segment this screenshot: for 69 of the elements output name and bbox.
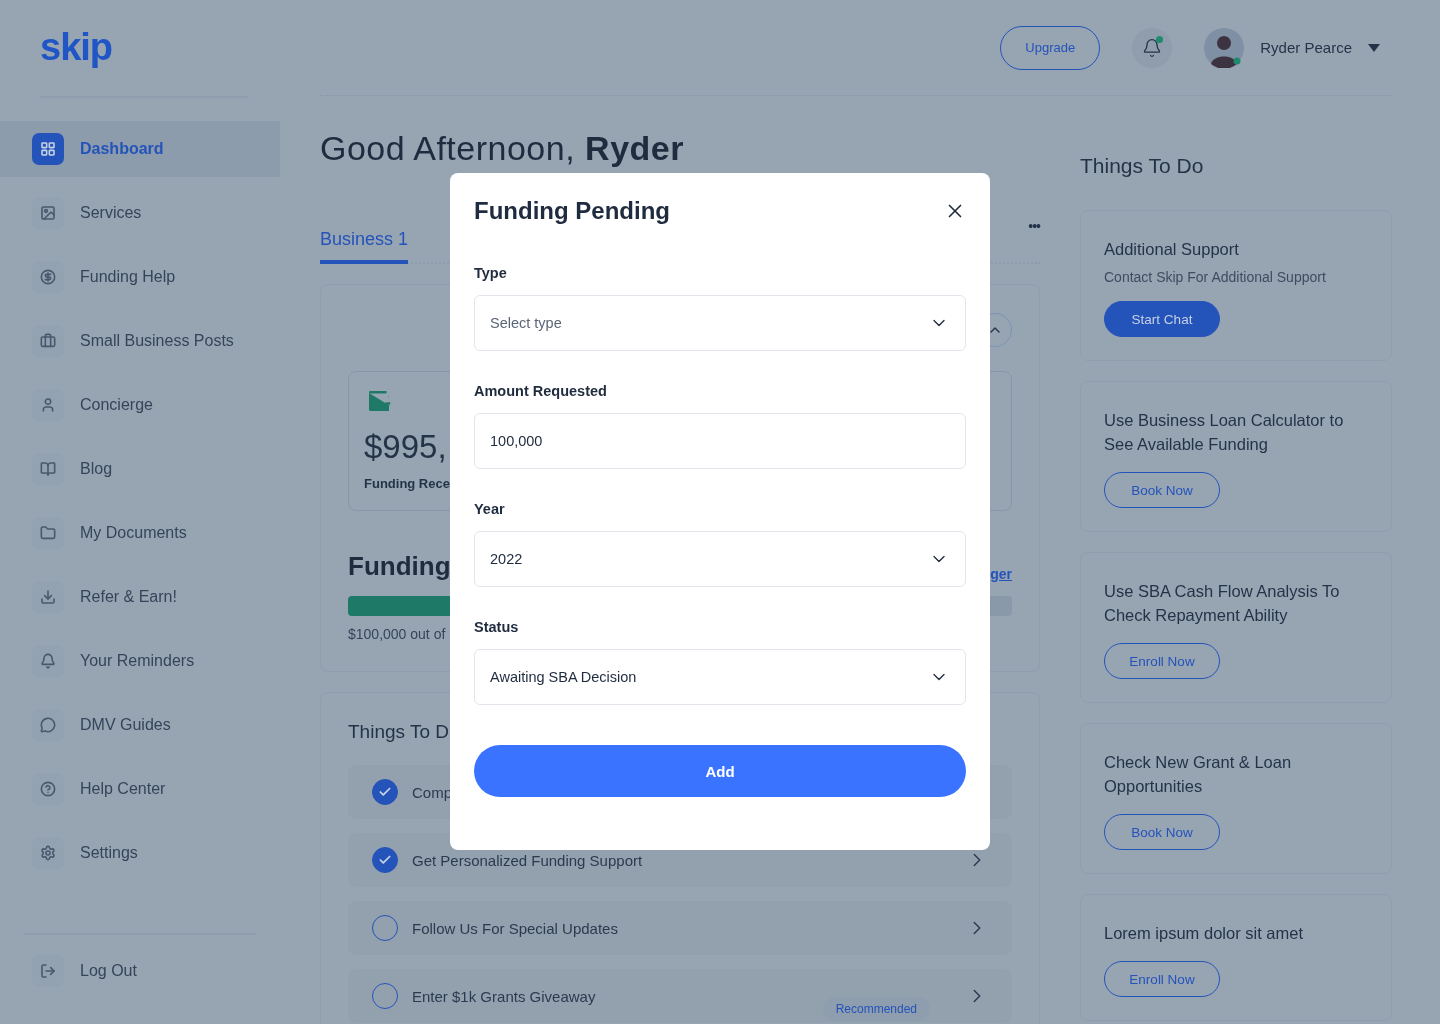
select-field[interactable]: Select type [474, 295, 966, 351]
task-title: Lorem ipsum dolor sit amet [1104, 923, 1303, 944]
field-label: Year [474, 501, 506, 517]
folder-icon [32, 517, 64, 549]
sidebar-item[interactable]: Settings [0, 825, 280, 881]
grid-icon [32, 133, 64, 165]
help-icon [32, 773, 64, 805]
checkbox[interactable] [372, 779, 398, 805]
recommended-badge: Recommended [822, 997, 930, 1021]
field-label: Status [474, 619, 520, 635]
logo[interactable]: skip [0, 0, 280, 96]
settings-icon [32, 837, 64, 869]
sidebar-item[interactable]: My Documents [0, 505, 280, 561]
sidebar-item[interactable]: Help Center [0, 761, 280, 817]
task-title: Check New Grant & Loan Opportunities [1104, 752, 1293, 797]
logout-item[interactable]: Log Out [0, 943, 280, 999]
chat-bubble-icon [32, 709, 64, 741]
row-label: Enter $1k Grants Giveaway [412, 987, 597, 1005]
task-subtitle: Contact Skip For Additional Support [1104, 269, 1326, 285]
download-icon [32, 581, 64, 613]
check-icon [378, 853, 392, 867]
sidebar-item[interactable]: Small Business Posts [0, 313, 280, 369]
row-label: Get Personalized Funding Support [412, 851, 644, 869]
stat-caption: Funding Rece [364, 476, 450, 491]
checkbox[interactable] [372, 847, 398, 873]
checklist-row[interactable]: Follow Us For Special Updates [348, 901, 1012, 955]
modal-title: Funding Pending [474, 197, 670, 225]
select-field[interactable]: Awaiting SBA Decision [474, 649, 966, 705]
card-title: Things To D [348, 721, 451, 743]
sidebar-item[interactable]: Blog [0, 441, 280, 497]
bell-icon [1142, 37, 1163, 58]
select-field[interactable]: 2022 [474, 531, 966, 587]
book-icon [32, 453, 64, 485]
user-name[interactable]: Ryder Pearce [1260, 39, 1352, 56]
checklist-row[interactable]: Enter $1k Grants Giveaway Recommended [348, 969, 1012, 1023]
row-label: Follow Us For Special Updates [412, 919, 619, 937]
sidebar-item[interactable]: Services [0, 185, 280, 241]
field-label: Type [474, 265, 508, 281]
sidebar-item[interactable]: Dashboard [0, 121, 280, 177]
sidebar-item[interactable]: DMV Guides [0, 697, 280, 753]
task-title: Use SBA Cash Flow Analysis To Check Repayment Ability [1104, 581, 1341, 626]
add-button[interactable]: Add [474, 745, 966, 797]
caret-icon[interactable] [1368, 43, 1380, 52]
tab[interactable]: Business 1 [320, 212, 409, 264]
sidebar-item[interactable]: Refer & Earn! [0, 569, 280, 625]
image-icon [32, 197, 64, 229]
logout-icon [32, 955, 64, 987]
bell-icon [32, 645, 64, 677]
section-title: Things To Do [1080, 154, 1205, 178]
avatar[interactable] [1204, 27, 1245, 68]
funding-amount: $995, [364, 428, 447, 466]
row-label: Comp [412, 783, 453, 801]
task-button[interactable]: Start Chat [1104, 301, 1220, 337]
check-icon [378, 785, 392, 799]
dollar-coin-icon [32, 261, 64, 293]
progress-note: $100,000 out of [348, 626, 446, 642]
task-title: Use Business Loan Calculator to See Available Funding [1104, 410, 1345, 455]
greeting: Good Afternoon, Ryder [320, 128, 685, 168]
briefcase-icon [32, 325, 64, 357]
link[interactable]: ger [990, 566, 1012, 582]
more-button[interactable]: ••• [1028, 212, 1040, 234]
sidebar-item[interactable]: Concierge [0, 377, 280, 433]
section-title: Funding [348, 551, 451, 582]
sidebar-item[interactable]: Your Reminders [0, 633, 280, 689]
field-label: Amount Requested [474, 383, 608, 399]
sidebar-item[interactable]: Funding Help [0, 249, 280, 305]
task-title: Additional Support [1104, 239, 1239, 260]
input-field[interactable]: 100,000 [474, 413, 966, 469]
person-icon [32, 389, 64, 421]
